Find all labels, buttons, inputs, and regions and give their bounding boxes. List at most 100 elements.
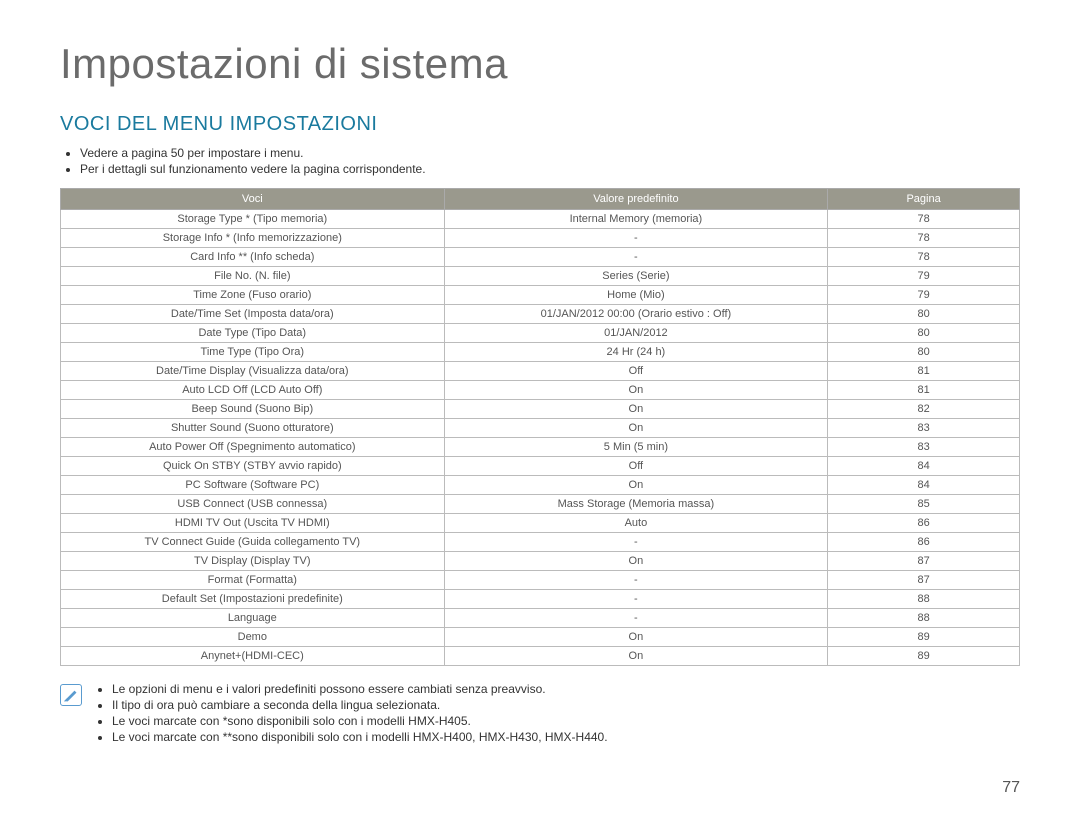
table-cell: Storage Type * (Tipo memoria) [61,210,445,229]
table-cell: 24 Hr (24 h) [444,343,828,362]
table-cell: Format (Formatta) [61,571,445,590]
table-cell: Auto [444,514,828,533]
table-cell: HDMI TV Out (Uscita TV HDMI) [61,514,445,533]
table-cell: Series (Serie) [444,267,828,286]
page-title: Impostazioni di sistema [60,40,1020,88]
table-cell: 01/JAN/2012 00:00 (Orario estivo : Off) [444,305,828,324]
col-header-page: Pagina [828,189,1020,210]
table-cell: 82 [828,400,1020,419]
note-item: Le voci marcate con *sono disponibili so… [112,714,608,728]
table-cell: 85 [828,495,1020,514]
table-cell: File No. (N. file) [61,267,445,286]
intro-bullet: Vedere a pagina 50 per impostare i menu. [80,146,1020,160]
table-cell: 80 [828,305,1020,324]
table-cell: On [444,552,828,571]
col-header-items: Voci [61,189,445,210]
col-header-default: Valore predefinito [444,189,828,210]
table-cell: 84 [828,476,1020,495]
table-row: Date/Time Set (Imposta data/ora)01/JAN/2… [61,305,1020,324]
table-row: Format (Formatta)-87 [61,571,1020,590]
document-page: Impostazioni di sistema VOCI DEL MENU IM… [0,0,1080,776]
table-cell: - [444,533,828,552]
table-row: Auto Power Off (Spegnimento automatico)5… [61,438,1020,457]
table-cell: On [444,476,828,495]
table-cell: On [444,419,828,438]
table-row: Time Zone (Fuso orario)Home (Mio)79 [61,286,1020,305]
table-cell: TV Connect Guide (Guida collegamento TV) [61,533,445,552]
table-cell: 78 [828,229,1020,248]
table-row: Date Type (Tipo Data)01/JAN/201280 [61,324,1020,343]
table-row: Time Type (Tipo Ora)24 Hr (24 h)80 [61,343,1020,362]
table-row: Date/Time Display (Visualizza data/ora)O… [61,362,1020,381]
table-cell: 83 [828,438,1020,457]
table-row: Default Set (Impostazioni predefinite)-8… [61,590,1020,609]
table-cell: Quick On STBY (STBY avvio rapido) [61,457,445,476]
table-cell: On [444,628,828,647]
table-cell: Default Set (Impostazioni predefinite) [61,590,445,609]
table-cell: Date/Time Set (Imposta data/ora) [61,305,445,324]
table-cell: 01/JAN/2012 [444,324,828,343]
table-cell: Auto LCD Off (LCD Auto Off) [61,381,445,400]
table-row: Beep Sound (Suono Bip)On82 [61,400,1020,419]
table-cell: 5 Min (5 min) [444,438,828,457]
table-cell: - [444,571,828,590]
table-row: Language-88 [61,609,1020,628]
table-cell: - [444,590,828,609]
table-cell: Language [61,609,445,628]
table-cell: - [444,609,828,628]
table-cell: 80 [828,324,1020,343]
table-row: Storage Type * (Tipo memoria)Internal Me… [61,210,1020,229]
table-cell: Demo [61,628,445,647]
table-cell: - [444,229,828,248]
note-item: Il tipo di ora può cambiare a seconda de… [112,698,608,712]
table-cell: On [444,381,828,400]
table-cell: 87 [828,571,1020,590]
table-cell: 88 [828,609,1020,628]
table-cell: 86 [828,514,1020,533]
table-cell: Anynet+(HDMI-CEC) [61,647,445,666]
table-cell: Date Type (Tipo Data) [61,324,445,343]
note-icon [60,684,82,706]
table-cell: 80 [828,343,1020,362]
table-cell: Shutter Sound (Suono otturatore) [61,419,445,438]
table-cell: Internal Memory (memoria) [444,210,828,229]
table-cell: Beep Sound (Suono Bip) [61,400,445,419]
table-cell: 88 [828,590,1020,609]
table-cell: Off [444,457,828,476]
table-cell: 84 [828,457,1020,476]
table-cell: Mass Storage (Memoria massa) [444,495,828,514]
table-cell: 89 [828,628,1020,647]
table-cell: PC Software (Software PC) [61,476,445,495]
table-row: HDMI TV Out (Uscita TV HDMI)Auto86 [61,514,1020,533]
table-cell: 86 [828,533,1020,552]
table-row: File No. (N. file)Series (Serie)79 [61,267,1020,286]
table-cell: 81 [828,381,1020,400]
table-cell: - [444,248,828,267]
intro-bullet: Per i dettagli sul funzionamento vedere … [80,162,1020,176]
table-cell: Storage Info * (Info memorizzazione) [61,229,445,248]
note-list: Le opzioni di menu e i valori predefinit… [94,682,608,746]
note-box: Le opzioni di menu e i valori predefinit… [60,682,1020,746]
table-cell: Auto Power Off (Spegnimento automatico) [61,438,445,457]
table-header-row: Voci Valore predefinito Pagina [61,189,1020,210]
table-cell: Card Info ** (Info scheda) [61,248,445,267]
table-cell: 78 [828,248,1020,267]
table-row: Auto LCD Off (LCD Auto Off)On81 [61,381,1020,400]
table-cell: Off [444,362,828,381]
table-cell: On [444,400,828,419]
note-item: Le opzioni di menu e i valori predefinit… [112,682,608,696]
table-row: Shutter Sound (Suono otturatore)On83 [61,419,1020,438]
table-cell: On [444,647,828,666]
table-cell: 78 [828,210,1020,229]
note-item: Le voci marcate con **sono disponibili s… [112,730,608,744]
table-cell: 79 [828,267,1020,286]
table-cell: 89 [828,647,1020,666]
table-row: TV Connect Guide (Guida collegamento TV)… [61,533,1020,552]
table-cell: 87 [828,552,1020,571]
table-row: TV Display (Display TV)On87 [61,552,1020,571]
table-cell: Home (Mio) [444,286,828,305]
table-row: Quick On STBY (STBY avvio rapido)Off84 [61,457,1020,476]
table-row: Card Info ** (Info scheda)-78 [61,248,1020,267]
table-row: DemoOn89 [61,628,1020,647]
table-cell: Date/Time Display (Visualizza data/ora) [61,362,445,381]
